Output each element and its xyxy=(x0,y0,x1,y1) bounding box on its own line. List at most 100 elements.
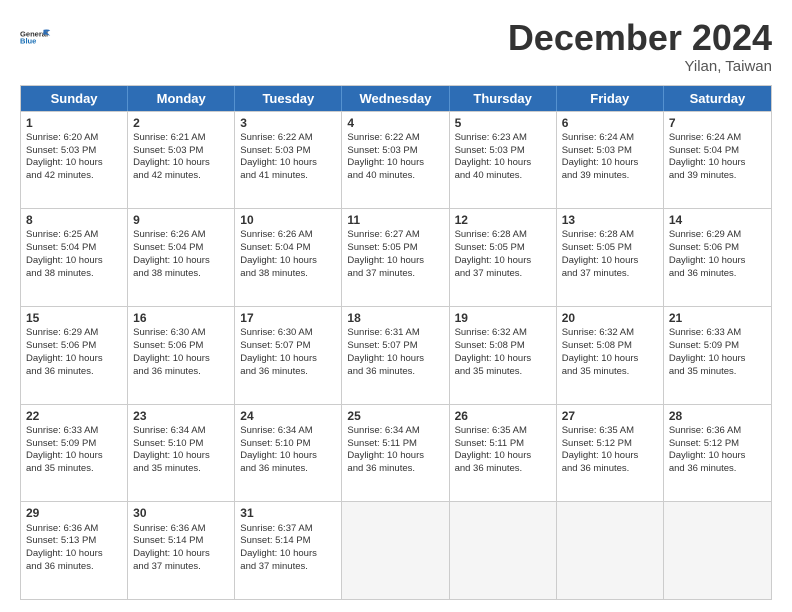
day-info-line: and 36 minutes. xyxy=(347,463,443,476)
day-info-line: Daylight: 10 hours xyxy=(669,450,766,463)
calendar-row: 1Sunrise: 6:20 AMSunset: 5:03 PMDaylight… xyxy=(21,111,771,209)
month-title: December 2024 xyxy=(508,18,772,58)
calendar-cell: 10Sunrise: 6:26 AMSunset: 5:04 PMDayligh… xyxy=(235,209,342,306)
day-number: 19 xyxy=(455,310,551,326)
day-info-line: Sunrise: 6:25 AM xyxy=(26,229,122,242)
day-number: 20 xyxy=(562,310,658,326)
calendar-cell: 21Sunrise: 6:33 AMSunset: 5:09 PMDayligh… xyxy=(664,307,771,404)
day-info-line: Daylight: 10 hours xyxy=(562,157,658,170)
day-info-line: and 40 minutes. xyxy=(347,170,443,183)
day-number: 14 xyxy=(669,212,766,228)
day-info-line: Daylight: 10 hours xyxy=(347,255,443,268)
day-info-line: Daylight: 10 hours xyxy=(133,353,229,366)
calendar-row: 8Sunrise: 6:25 AMSunset: 5:04 PMDaylight… xyxy=(21,208,771,306)
calendar-cell xyxy=(450,502,557,599)
day-info-line: Sunrise: 6:34 AM xyxy=(347,425,443,438)
day-info-line: Daylight: 10 hours xyxy=(26,157,122,170)
day-info-line: Sunset: 5:12 PM xyxy=(562,438,658,451)
calendar-cell: 1Sunrise: 6:20 AMSunset: 5:03 PMDaylight… xyxy=(21,112,128,209)
day-number: 18 xyxy=(347,310,443,326)
day-info-line: Sunrise: 6:36 AM xyxy=(669,425,766,438)
day-info-line: Sunrise: 6:33 AM xyxy=(26,425,122,438)
day-info-line: and 37 minutes. xyxy=(133,561,229,574)
day-info-line: Sunset: 5:04 PM xyxy=(669,145,766,158)
calendar-cell: 8Sunrise: 6:25 AMSunset: 5:04 PMDaylight… xyxy=(21,209,128,306)
day-number: 26 xyxy=(455,408,551,424)
day-info-line: Sunset: 5:05 PM xyxy=(562,242,658,255)
day-info-line: and 36 minutes. xyxy=(26,561,122,574)
day-number: 13 xyxy=(562,212,658,228)
day-info-line: and 42 minutes. xyxy=(26,170,122,183)
day-info-line: Sunrise: 6:22 AM xyxy=(347,132,443,145)
day-number: 24 xyxy=(240,408,336,424)
calendar-cell: 26Sunrise: 6:35 AMSunset: 5:11 PMDayligh… xyxy=(450,405,557,502)
day-number: 2 xyxy=(133,115,229,131)
day-info-line: Daylight: 10 hours xyxy=(562,255,658,268)
cal-header-day: Wednesday xyxy=(342,86,449,111)
calendar-cell: 4Sunrise: 6:22 AMSunset: 5:03 PMDaylight… xyxy=(342,112,449,209)
title-block: December 2024 Yilan, Taiwan xyxy=(508,18,772,75)
calendar-cell: 14Sunrise: 6:29 AMSunset: 5:06 PMDayligh… xyxy=(664,209,771,306)
day-info-line: Sunset: 5:14 PM xyxy=(133,535,229,548)
day-info-line: and 36 minutes. xyxy=(669,268,766,281)
calendar-cell: 31Sunrise: 6:37 AMSunset: 5:14 PMDayligh… xyxy=(235,502,342,599)
day-info-line: Sunrise: 6:24 AM xyxy=(562,132,658,145)
day-info-line: Sunrise: 6:36 AM xyxy=(133,523,229,536)
day-number: 23 xyxy=(133,408,229,424)
day-number: 3 xyxy=(240,115,336,131)
day-info-line: Sunrise: 6:24 AM xyxy=(669,132,766,145)
day-info-line: Sunset: 5:13 PM xyxy=(26,535,122,548)
day-info-line: Sunrise: 6:30 AM xyxy=(240,327,336,340)
day-info-line: Daylight: 10 hours xyxy=(240,255,336,268)
calendar-cell: 11Sunrise: 6:27 AMSunset: 5:05 PMDayligh… xyxy=(342,209,449,306)
day-info-line: Sunrise: 6:34 AM xyxy=(240,425,336,438)
day-info-line: Sunrise: 6:28 AM xyxy=(562,229,658,242)
day-info-line: Daylight: 10 hours xyxy=(26,548,122,561)
day-number: 5 xyxy=(455,115,551,131)
location-subtitle: Yilan, Taiwan xyxy=(508,58,772,75)
day-info-line: Sunset: 5:05 PM xyxy=(455,242,551,255)
day-info-line: Sunrise: 6:35 AM xyxy=(455,425,551,438)
day-info-line: and 37 minutes. xyxy=(455,268,551,281)
calendar-cell: 27Sunrise: 6:35 AMSunset: 5:12 PMDayligh… xyxy=(557,405,664,502)
day-info-line: Daylight: 10 hours xyxy=(562,450,658,463)
day-number: 11 xyxy=(347,212,443,228)
calendar-cell: 20Sunrise: 6:32 AMSunset: 5:08 PMDayligh… xyxy=(557,307,664,404)
day-info-line: and 36 minutes. xyxy=(669,463,766,476)
day-info-line: Daylight: 10 hours xyxy=(240,353,336,366)
day-info-line: and 35 minutes. xyxy=(562,366,658,379)
day-info-line: Sunset: 5:03 PM xyxy=(562,145,658,158)
svg-text:Blue: Blue xyxy=(20,36,36,45)
day-info-line: Sunset: 5:04 PM xyxy=(26,242,122,255)
day-info-line: Sunset: 5:14 PM xyxy=(240,535,336,548)
day-info-line: and 36 minutes. xyxy=(26,366,122,379)
day-info-line: Sunset: 5:03 PM xyxy=(455,145,551,158)
calendar-header: SundayMondayTuesdayWednesdayThursdayFrid… xyxy=(21,86,771,111)
cal-header-day: Sunday xyxy=(21,86,128,111)
calendar: SundayMondayTuesdayWednesdayThursdayFrid… xyxy=(20,85,772,600)
day-info-line: and 36 minutes. xyxy=(240,366,336,379)
day-info-line: and 41 minutes. xyxy=(240,170,336,183)
day-number: 8 xyxy=(26,212,122,228)
day-info-line: Sunset: 5:06 PM xyxy=(26,340,122,353)
day-info-line: Sunset: 5:12 PM xyxy=(669,438,766,451)
day-info-line: and 42 minutes. xyxy=(133,170,229,183)
day-info-line: and 35 minutes. xyxy=(455,366,551,379)
day-info-line: Daylight: 10 hours xyxy=(240,548,336,561)
day-number: 28 xyxy=(669,408,766,424)
calendar-cell: 25Sunrise: 6:34 AMSunset: 5:11 PMDayligh… xyxy=(342,405,449,502)
calendar-cell: 18Sunrise: 6:31 AMSunset: 5:07 PMDayligh… xyxy=(342,307,449,404)
calendar-row: 15Sunrise: 6:29 AMSunset: 5:06 PMDayligh… xyxy=(21,306,771,404)
day-info-line: Sunrise: 6:37 AM xyxy=(240,523,336,536)
calendar-cell: 19Sunrise: 6:32 AMSunset: 5:08 PMDayligh… xyxy=(450,307,557,404)
cal-header-day: Saturday xyxy=(664,86,771,111)
calendar-cell xyxy=(342,502,449,599)
day-info-line: Daylight: 10 hours xyxy=(26,255,122,268)
day-info-line: Sunrise: 6:23 AM xyxy=(455,132,551,145)
day-number: 22 xyxy=(26,408,122,424)
day-info-line: Sunset: 5:08 PM xyxy=(455,340,551,353)
calendar-cell: 7Sunrise: 6:24 AMSunset: 5:04 PMDaylight… xyxy=(664,112,771,209)
day-info-line: Sunset: 5:07 PM xyxy=(347,340,443,353)
day-info-line: Sunset: 5:08 PM xyxy=(562,340,658,353)
calendar-cell: 12Sunrise: 6:28 AMSunset: 5:05 PMDayligh… xyxy=(450,209,557,306)
